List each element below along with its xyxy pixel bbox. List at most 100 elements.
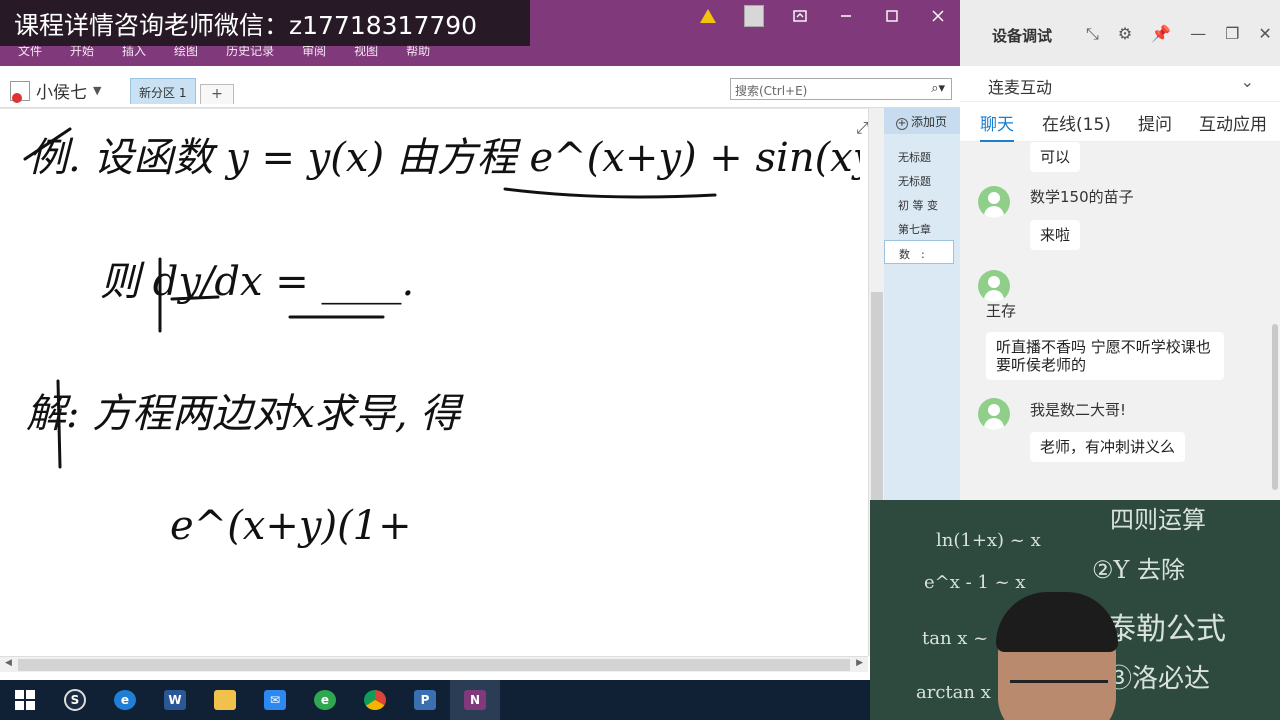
avatar xyxy=(978,186,1010,218)
window-controls xyxy=(698,5,948,27)
notebook-navbar: 小侯七 ▼ 新分区 1 + 搜索(Ctrl+E) ⌕▾ xyxy=(0,66,960,108)
handwriting-line-3: 解: 方程两边对x求导, 得 xyxy=(26,391,464,437)
message-bubble: 听直播不香吗 宁愿不听学校课也要听侯老师的 xyxy=(986,332,1224,380)
onenote-window: 文件 开始 插入 绘图 历史记录 审阅 视图 帮助 课程详情咨询老师微信：z17… xyxy=(0,0,988,680)
page-item[interactable]: 第七章 xyxy=(884,216,960,240)
minimize-icon[interactable]: — xyxy=(1190,24,1206,44)
taskbar-app-p[interactable]: P xyxy=(400,680,450,720)
taskbar-app-mail[interactable]: ✉ xyxy=(250,680,300,720)
board-text: ln(1+x) ~ x xyxy=(936,530,1041,551)
taskbar: S e W ✉ e P N xyxy=(0,680,870,720)
handwriting-line-2: 则 dy/dx = ____. xyxy=(100,259,414,305)
search-input[interactable]: 搜索(Ctrl+E) ⌕▾ xyxy=(730,78,952,100)
taskbar-app-swirl[interactable]: S xyxy=(50,680,100,720)
board-text: ③洛必达 xyxy=(1106,664,1211,694)
scroll-thumb[interactable] xyxy=(18,659,850,671)
ribbon-display-icon[interactable] xyxy=(790,6,810,26)
folder-icon xyxy=(214,690,236,710)
message-bubble: 可以 xyxy=(1030,142,1081,172)
notebook-icon xyxy=(10,80,30,103)
taskbar-app-chrome[interactable] xyxy=(350,680,400,720)
close-icon[interactable]: ✕ xyxy=(1258,24,1271,44)
mic-link-section[interactable]: 连麦互动 ⌄ xyxy=(960,66,1280,102)
taskbar-app-word[interactable]: W xyxy=(150,680,200,720)
windows-icon xyxy=(15,690,35,710)
scroll-right-icon[interactable]: ▶ xyxy=(856,658,863,668)
close-icon[interactable] xyxy=(928,6,948,26)
teacher-hair xyxy=(996,592,1118,652)
mic-link-label: 连麦互动 xyxy=(988,78,1053,97)
gear-icon[interactable]: ⚙ xyxy=(1118,24,1132,44)
panel-tabs: 聊天 在线(15) 提问 互动应用 xyxy=(960,102,1280,143)
board-text: tan x ~ xyxy=(922,628,989,649)
page-list: 无标题 无标题 初 等 变 第七章 数 : xyxy=(884,144,960,264)
taskbar-app-explorer[interactable] xyxy=(200,680,250,720)
swirl-app-icon: S xyxy=(64,689,86,711)
scroll-left-icon[interactable]: ◀ xyxy=(5,658,12,668)
handwriting-line-1: 例. 设函数 y = y(x) 由方程 e^(x+y) + sin(xy) = … xyxy=(28,135,860,181)
chevron-down-icon: ▼ xyxy=(93,84,102,97)
user-account-icon[interactable] xyxy=(744,5,764,27)
chevron-down-icon[interactable]: ⌄ xyxy=(1241,72,1254,91)
green-app-icon: e xyxy=(314,690,336,710)
panel-header: 设备调试 ⤡ ⚙ 📌 — ❐ ✕ xyxy=(960,0,1280,66)
teacher-glasses xyxy=(1010,680,1108,702)
tab-interactive-apps[interactable]: 互动应用 xyxy=(1199,110,1267,135)
search-icon[interactable]: ⌕▾ xyxy=(931,81,945,96)
message-username: 我是数二大哥! xyxy=(1030,401,1127,419)
restore-icon[interactable]: ❐ xyxy=(1225,24,1239,44)
avatar xyxy=(978,398,1010,430)
add-section-button[interactable]: + xyxy=(200,84,234,104)
add-page-button[interactable]: + 添加页 xyxy=(884,108,960,134)
tab-questions[interactable]: 提问 xyxy=(1138,110,1172,135)
mail-icon: ✉ xyxy=(264,690,286,710)
board-text: ②Y 去除 xyxy=(1092,556,1185,584)
notebook-name: 小侯七 xyxy=(36,83,87,103)
panel-controls: ⤡ ⚙ 📌 — ❐ ✕ xyxy=(1086,24,1272,44)
page-item[interactable]: 无标题 xyxy=(884,144,960,168)
search-placeholder: 搜索(Ctrl+E) xyxy=(735,84,808,98)
plus-icon: + xyxy=(896,118,908,130)
taskbar-app-onenote[interactable]: N xyxy=(450,680,500,720)
avatar xyxy=(978,270,1010,302)
board-text: 泰勒公式 xyxy=(1106,612,1226,647)
chrome-icon xyxy=(364,690,386,710)
handwriting-line-4: e^(x+y)(1+ xyxy=(170,503,412,549)
minimize-icon[interactable] xyxy=(836,6,856,26)
page-item[interactable]: 无标题 xyxy=(884,168,960,192)
page-item-active[interactable]: 数 : xyxy=(884,240,954,264)
horizontal-scrollbar[interactable]: ◀ ▶ xyxy=(0,656,868,672)
word-icon: W xyxy=(164,690,186,710)
ad-banner: 课程详情咨询老师微信：z17718317790 xyxy=(0,0,530,46)
live-class-panel: 设备调试 ⤡ ⚙ 📌 — ❐ ✕ 连麦互动 ⌄ 聊天 在线(15) 提问 互动应… xyxy=(960,0,1280,500)
message-bubble: 老师，有冲刺讲义么 xyxy=(1030,432,1186,462)
message-username: 数学150的苗子 xyxy=(1030,188,1134,206)
note-page[interactable]: 例. 设函数 y = y(x) 由方程 e^(x+y) + sin(xy) = … xyxy=(0,108,988,656)
page-item[interactable]: 初 等 变 xyxy=(884,192,960,216)
screen: 文件 开始 插入 绘图 历史记录 审阅 视图 帮助 课程详情咨询老师微信：z17… xyxy=(0,0,1280,720)
edge-icon: e xyxy=(114,690,136,710)
pin-icon[interactable]: 📌 xyxy=(1151,24,1171,44)
board-text: e^x - 1 ~ x xyxy=(924,572,1026,593)
section-tab[interactable]: 新分区 1 xyxy=(130,78,196,104)
maximize-icon[interactable] xyxy=(882,6,902,26)
device-debug-label[interactable]: 设备调试 xyxy=(992,25,1052,46)
onenote-icon: N xyxy=(464,690,486,710)
chat-scrollbar[interactable] xyxy=(1272,324,1278,490)
message-username: 王存 xyxy=(986,302,1017,320)
teacher-webcam: ln(1+x) ~ x e^x - 1 ~ x tan x ~ arctan x… xyxy=(870,500,1280,720)
p-app-icon: P xyxy=(414,690,436,710)
warning-icon[interactable] xyxy=(698,6,718,26)
tab-online[interactable]: 在线(15) xyxy=(1042,110,1111,135)
handwriting-canvas: 例. 设函数 y = y(x) 由方程 e^(x+y) + sin(xy) = … xyxy=(23,127,988,549)
taskbar-app-edge[interactable]: e xyxy=(100,680,150,720)
collapse-icon[interactable]: ⤡ xyxy=(1086,24,1099,44)
start-button[interactable] xyxy=(0,680,50,720)
tab-chat[interactable]: 聊天 xyxy=(980,110,1014,143)
taskbar-app-green[interactable]: e xyxy=(300,680,350,720)
board-text: 四则运算 xyxy=(1110,506,1206,534)
expand-icon[interactable]: ⤢ xyxy=(856,118,869,138)
message-bubble: 来啦 xyxy=(1030,220,1081,250)
notebook-selector[interactable]: 小侯七 ▼ xyxy=(10,78,101,103)
chat-messages: 可以 数学150的苗子 来啦 王存 听直播不香吗 宁愿不听学校课也要听侯老师的 … xyxy=(960,142,1280,500)
